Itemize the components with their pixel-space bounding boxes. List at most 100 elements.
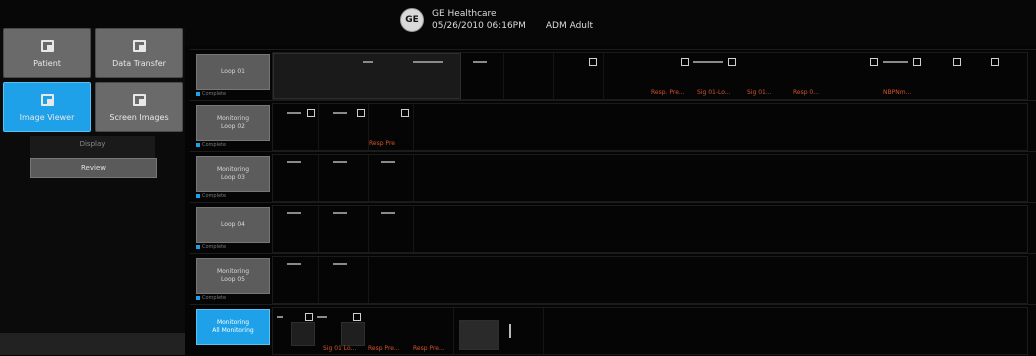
alarm-label: Resp Pre... xyxy=(413,345,445,352)
row-status: Complete xyxy=(196,192,268,200)
event-marker[interactable] xyxy=(353,313,361,321)
row-label-line1: Monitoring xyxy=(216,268,250,275)
timeline-row: Monitoring Loop 05 Complete xyxy=(190,253,1036,305)
status-marker-icon xyxy=(196,245,200,249)
segment xyxy=(287,263,301,265)
row-track[interactable] xyxy=(272,205,1028,253)
row-track[interactable] xyxy=(272,256,1028,304)
display-filter: Display Review xyxy=(30,136,157,178)
tool-grid: Patient Data Transfer Image Viewer Scree… xyxy=(3,28,183,132)
track-divider xyxy=(543,308,544,354)
row-status-text: Complete xyxy=(202,91,227,97)
image-thumbnail[interactable] xyxy=(459,320,499,350)
segment xyxy=(277,316,283,318)
event-marker[interactable] xyxy=(728,58,736,66)
row-label-line2: Loop 05 xyxy=(221,276,245,283)
data-transfer-button-label: Data Transfer xyxy=(112,58,166,68)
track-divider xyxy=(318,155,319,201)
segment xyxy=(333,161,347,163)
patient-button[interactable]: Patient xyxy=(3,28,91,78)
timeline-row: Loop 01 Complete Resp. Pre... Sig 01-Lo.… xyxy=(190,49,1036,101)
alarm-label: Sig 01 Lo... xyxy=(323,345,357,352)
segment xyxy=(333,263,347,265)
track-divider xyxy=(318,104,319,150)
left-toolbar: Patient Data Transfer Image Viewer Scree… xyxy=(0,28,185,355)
display-filter-label: Display xyxy=(79,140,106,148)
segment xyxy=(333,112,347,114)
alarm-label: Sig 01-Lo... xyxy=(697,89,731,96)
row-label-all-monitoring[interactable]: Monitoring All Monitoring xyxy=(196,309,270,345)
row-label-line2: Loop 01 xyxy=(221,68,245,75)
row-track[interactable] xyxy=(272,154,1028,202)
track-divider xyxy=(603,53,604,99)
row-label-line2: Loop 03 xyxy=(221,174,245,181)
row-status-text: Complete xyxy=(202,244,227,250)
left-pane-footer xyxy=(0,333,185,355)
screen-images-button-label: Screen Images xyxy=(109,112,169,122)
brand-block: GE GE Healthcare 05/26/2010 06:16PM ADM … xyxy=(400,8,593,32)
segment xyxy=(363,61,373,63)
row-status: Complete xyxy=(196,294,268,302)
segment xyxy=(381,212,395,214)
screen-images-button[interactable]: Screen Images xyxy=(95,82,183,132)
app-root: GE GE Healthcare 05/26/2010 06:16PM ADM … xyxy=(0,0,1036,355)
track-divider xyxy=(413,206,414,252)
row-label-loop-03[interactable]: Monitoring Loop 03 xyxy=(196,156,270,192)
event-marker[interactable] xyxy=(991,58,999,66)
screen-images-icon xyxy=(131,93,147,107)
row-status-text: Complete xyxy=(202,193,227,199)
row-status-text: Complete xyxy=(202,142,227,148)
datetime-label: 05/26/2010 06:16PM xyxy=(432,21,526,31)
timeline-row: Loop 04 Complete xyxy=(190,202,1036,254)
image-thumbnail[interactable] xyxy=(291,322,315,346)
image-thumbnail[interactable] xyxy=(341,322,365,346)
timeline-row: Monitoring Loop 03 Complete xyxy=(190,151,1036,203)
alarm-label: Resp 0... xyxy=(793,89,819,96)
waveform-thumbnail[interactable] xyxy=(273,53,461,99)
event-marker[interactable] xyxy=(589,58,597,66)
status-marker-icon xyxy=(196,296,200,300)
track-divider xyxy=(453,308,454,354)
review-button[interactable]: Review xyxy=(30,158,157,178)
event-marker[interactable] xyxy=(953,58,961,66)
row-label-line2: Loop 04 xyxy=(221,221,245,228)
event-marker[interactable] xyxy=(913,58,921,66)
row-label-loop-02[interactable]: Monitoring Loop 02 xyxy=(196,105,270,141)
row-label-loop-04[interactable]: Loop 04 xyxy=(196,207,270,243)
status-marker-icon xyxy=(196,143,200,147)
row-label-line1: Monitoring xyxy=(216,166,250,173)
row-track[interactable]: Resp Pre xyxy=(272,103,1028,151)
row-track[interactable]: Resp. Pre... Sig 01-Lo... Sig 01... Resp… xyxy=(272,52,1028,100)
data-transfer-icon xyxy=(131,39,147,53)
event-marker[interactable] xyxy=(357,109,365,117)
patient-icon xyxy=(39,39,55,53)
image-viewer-button[interactable]: Image Viewer xyxy=(3,82,91,132)
image-viewer-button-label: Image Viewer xyxy=(19,112,75,122)
event-marker[interactable] xyxy=(307,109,315,117)
track-divider xyxy=(503,53,504,99)
segment xyxy=(381,161,395,163)
row-label-line1: Monitoring xyxy=(216,319,250,326)
segment xyxy=(287,112,301,114)
event-marker[interactable] xyxy=(870,58,878,66)
timeline-row: Monitoring All Monitoring Sig 01 Lo... R… xyxy=(190,304,1036,356)
track-divider xyxy=(553,53,554,99)
track-divider xyxy=(413,104,414,150)
alarm-label: Resp Pre... xyxy=(368,345,400,352)
track-divider xyxy=(368,206,369,252)
event-marker[interactable] xyxy=(681,58,689,66)
timeline-row: Monitoring Loop 02 Complete Resp Pre xyxy=(190,100,1036,152)
row-track[interactable]: Sig 01 Lo... Resp Pre... Resp Pre... xyxy=(272,307,1028,355)
segment xyxy=(287,161,301,163)
brand-name: GE Healthcare xyxy=(432,9,497,19)
row-label-loop-05[interactable]: Monitoring Loop 05 xyxy=(196,258,270,294)
row-label-loop-01[interactable]: Loop 01 xyxy=(196,54,270,90)
event-marker[interactable] xyxy=(305,313,313,321)
segment xyxy=(883,61,908,63)
status-marker-icon xyxy=(196,92,200,96)
brand-status-line: 05/26/2010 06:16PM ADM Adult xyxy=(432,20,593,32)
data-transfer-button[interactable]: Data Transfer xyxy=(95,28,183,78)
row-status: Complete xyxy=(196,141,268,149)
event-marker[interactable] xyxy=(401,109,409,117)
patient-mode-label: ADM Adult xyxy=(545,21,594,31)
